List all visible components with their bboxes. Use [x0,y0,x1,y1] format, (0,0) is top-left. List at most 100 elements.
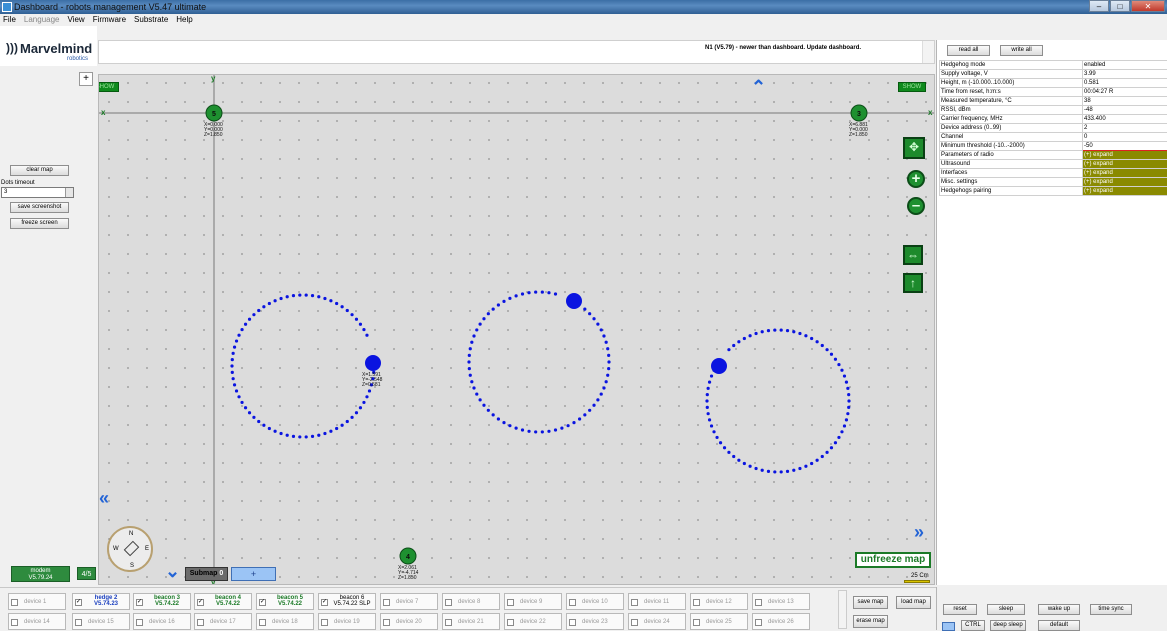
crosshair-icon[interactable]: + [79,72,93,86]
device-checkbox[interactable] [631,599,638,606]
device-checkbox[interactable] [755,619,762,626]
zoom-in-button[interactable]: + [907,170,925,188]
scroll-left-icon[interactable]: « [99,489,109,507]
param-value[interactable]: 433.400 [1083,115,1167,124]
device-slot[interactable]: ✓hedge 2V5.74.23 [72,593,130,610]
device-slot[interactable]: device 14 [8,613,66,630]
device-checkbox[interactable]: ✓ [321,599,328,606]
show-left-button[interactable]: SHOW [98,82,119,92]
sleep-button[interactable]: sleep [987,604,1025,615]
fit-map-icon[interactable]: ✥ [903,137,925,159]
param-value[interactable]: 0.581 [1083,79,1167,88]
param-row[interactable]: Measured temperature, °C38 [940,97,1167,106]
device-slot[interactable]: device 9 [504,593,562,610]
submap-selector[interactable]: Submap 0 [185,567,228,581]
device-slot[interactable]: device 21 [442,613,500,630]
device-slot[interactable]: device 10 [566,593,624,610]
param-row[interactable]: Carrier frequency, MHz433.400 [940,115,1167,124]
device-slot[interactable]: ✓beacon 4V5.74.22 [194,593,252,610]
device-checkbox[interactable]: ✓ [259,599,266,606]
clear-map-button[interactable]: clear map [10,165,69,176]
device-checkbox[interactable] [755,599,762,606]
freeze-screen-button[interactable]: freeze screen [10,218,69,229]
param-value[interactable]: (+) expand [1083,160,1167,169]
param-row[interactable]: RSSI, dBm-48 [940,106,1167,115]
device-slot[interactable]: device 16 [133,613,191,630]
param-row[interactable]: Hedgehog modeenabled [940,61,1167,70]
ctrl-button[interactable]: CTRL [961,620,985,631]
default-button[interactable]: default [1038,620,1080,631]
device-slot[interactable]: device 12 [690,593,748,610]
param-value[interactable]: (+) expand [1083,169,1167,178]
zoom-out-button[interactable]: – [907,197,925,215]
scroll-up-icon[interactable]: ⌃ [751,78,766,96]
param-value[interactable]: -48 [1083,106,1167,115]
device-slot[interactable]: ✓beacon 3V5.74.22 [133,593,191,610]
param-row[interactable]: Channel0 [940,133,1167,142]
device-slot[interactable]: device 19 [318,613,376,630]
spin-arrows-icon[interactable] [65,188,73,197]
wake-up-button[interactable]: wake up [1038,604,1080,615]
add-submap-button[interactable]: + [231,567,276,581]
device-checkbox[interactable] [136,619,143,626]
device-checkbox[interactable] [383,599,390,606]
view-flat-icon[interactable]: ⇔ [903,245,923,265]
param-value[interactable]: -50 [1083,142,1167,151]
write-all-button[interactable]: write all [1000,45,1043,56]
device-checkbox[interactable] [507,619,514,626]
scroll-down-icon[interactable]: ⌄ [165,562,180,580]
load-map-button[interactable]: load map [896,596,931,609]
param-row[interactable]: Supply voltage, V3.99 [940,70,1167,79]
param-value[interactable]: (+) expand [1083,151,1167,160]
device-checkbox[interactable] [693,619,700,626]
device-checkbox[interactable] [569,599,576,606]
deep-sleep-button[interactable]: deep sleep [990,620,1026,631]
device-checkbox[interactable] [383,619,390,626]
menu-view[interactable]: View [67,14,84,26]
device-checkbox[interactable]: ✓ [75,599,82,606]
device-slot[interactable]: device 20 [380,613,438,630]
param-row[interactable]: Minimum threshold (-10..-2000)-50 [940,142,1167,151]
param-value[interactable]: (+) expand [1083,187,1167,196]
device-slot[interactable]: device 22 [504,613,562,630]
device-slot[interactable]: device 11 [628,593,686,610]
device-slot[interactable]: device 25 [690,613,748,630]
erase-map-button[interactable]: erase map [853,615,888,628]
show-right-button[interactable]: SHOW [898,82,926,92]
menu-substrate[interactable]: Substrate [134,14,168,26]
param-row[interactable]: Interfaces(+) expand [940,169,1167,178]
menu-help[interactable]: Help [176,14,192,26]
param-row[interactable]: Misc. settings(+) expand [940,178,1167,187]
device-checkbox[interactable]: ✓ [136,599,143,606]
device-slot[interactable]: device 1 [8,593,66,610]
device-slot[interactable]: device 23 [566,613,624,630]
save-screenshot-button[interactable]: save screenshot [10,202,69,213]
devices-scrollbar[interactable] [838,590,847,629]
device-checkbox[interactable] [445,599,452,606]
save-map-button[interactable]: save map [853,596,888,609]
dots-timeout-field[interactable]: 3 [1,187,74,198]
close-button[interactable]: ✕ [1131,0,1165,12]
device-checkbox[interactable] [569,619,576,626]
scroll-right-icon[interactable]: » [914,523,924,541]
device-slot[interactable]: device 17 [194,613,252,630]
device-checkbox[interactable] [197,619,204,626]
device-slot[interactable]: device 26 [752,613,810,630]
device-slot[interactable]: device 13 [752,593,810,610]
device-slot[interactable]: ✓beacon 6V5.74.22 SLP [318,593,376,610]
device-slot[interactable]: device 24 [628,613,686,630]
param-value[interactable]: (+) expand [1083,178,1167,187]
modem-button[interactable]: modem V5.79.24 [11,566,70,582]
status-scrollbar[interactable] [922,41,934,63]
param-row[interactable]: Device address (0..99)2 [940,124,1167,133]
map-canvas[interactable]: xyxyX=1.591Y=-2.548Z=0.5815X=0.000Y=0.00… [98,74,935,585]
param-row[interactable]: Hedgehogs pairing(+) expand [940,187,1167,196]
device-slot[interactable]: device 8 [442,593,500,610]
maximize-button[interactable]: □ [1110,0,1130,12]
device-slot[interactable]: device 15 [72,613,130,630]
device-checkbox[interactable] [11,599,18,606]
device-checkbox[interactable] [321,619,328,626]
device-checkbox[interactable] [507,599,514,606]
param-value[interactable]: enabled [1083,61,1167,70]
read-all-button[interactable]: read all [947,45,990,56]
